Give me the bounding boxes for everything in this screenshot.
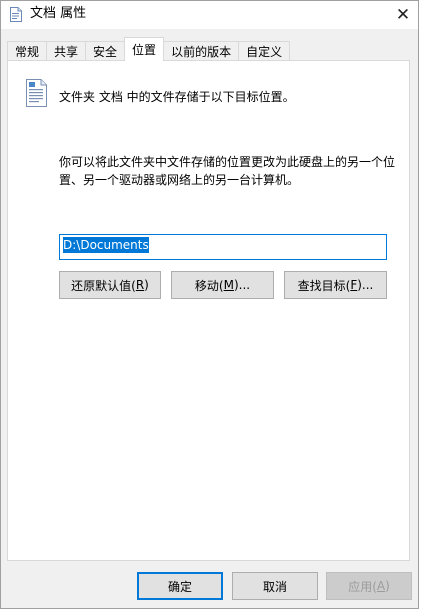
document-properties-icon	[10, 7, 22, 22]
location-panel: 文件夹 文档 中的文件存储于以下目标位置。 你可以将此文件夹中文件存储的位置更改…	[7, 60, 410, 561]
apply-label: 应用(	[348, 579, 377, 594]
location-explanation: 你可以将此文件夹中文件存储的位置更改为此硬盘上的另一个位置、另一个驱动器或网络上…	[59, 155, 396, 187]
apply-button[interactable]: 应用(A)	[326, 572, 412, 600]
window-title: 文档 属性	[30, 6, 87, 21]
close-button[interactable]: ✕	[388, 1, 418, 29]
properties-dialog: 文档 属性 ✕ 常规 共享 安全 位置 以前的版本 自定义 文件夹 文档 中的文…	[0, 0, 419, 609]
move-label-end: )...	[233, 278, 251, 292]
tab-location[interactable]: 位置	[124, 37, 165, 61]
tab-security[interactable]: 安全	[85, 41, 126, 61]
find-target-label: 查找目标(	[297, 278, 351, 293]
location-description: 文件夹 文档 中的文件存储于以下目标位置。	[59, 90, 295, 104]
path-input[interactable]: D:\Documents	[59, 234, 387, 260]
restore-default-accelerator: R	[135, 278, 145, 292]
path-value: D:\Documents	[63, 237, 149, 253]
find-target-button[interactable]: 查找目标(F)...	[284, 271, 387, 299]
apply-accelerator: A	[376, 579, 386, 593]
apply-label-end: )	[385, 579, 390, 593]
restore-default-label: 还原默认值(	[71, 278, 136, 293]
close-icon: ✕	[395, 5, 411, 25]
move-accelerator: M	[223, 278, 234, 292]
title-bar: 文档 属性 ✕	[1, 1, 418, 29]
restore-default-label-end: )	[144, 278, 149, 292]
find-target-accelerator: F	[350, 278, 358, 292]
restore-default-button[interactable]: 还原默认值(R)	[59, 271, 161, 299]
tab-customize[interactable]: 自定义	[238, 41, 291, 61]
cancel-button[interactable]: 取消	[232, 572, 318, 600]
tab-strip: 常规 共享 安全 位置 以前的版本 自定义	[7, 37, 291, 61]
ok-button[interactable]: 确定	[137, 572, 223, 600]
ok-label: 确定	[167, 579, 192, 594]
tab-previous-versions[interactable]: 以前的版本	[163, 41, 240, 61]
tab-sharing[interactable]: 共享	[46, 41, 87, 61]
find-target-label-end: )...	[357, 278, 374, 292]
tab-general[interactable]: 常规	[7, 41, 48, 61]
move-button[interactable]: 移动(M)...	[171, 271, 274, 299]
document-icon	[26, 79, 47, 107]
move-label: 移动(	[194, 278, 224, 293]
cancel-label: 取消	[262, 579, 287, 594]
